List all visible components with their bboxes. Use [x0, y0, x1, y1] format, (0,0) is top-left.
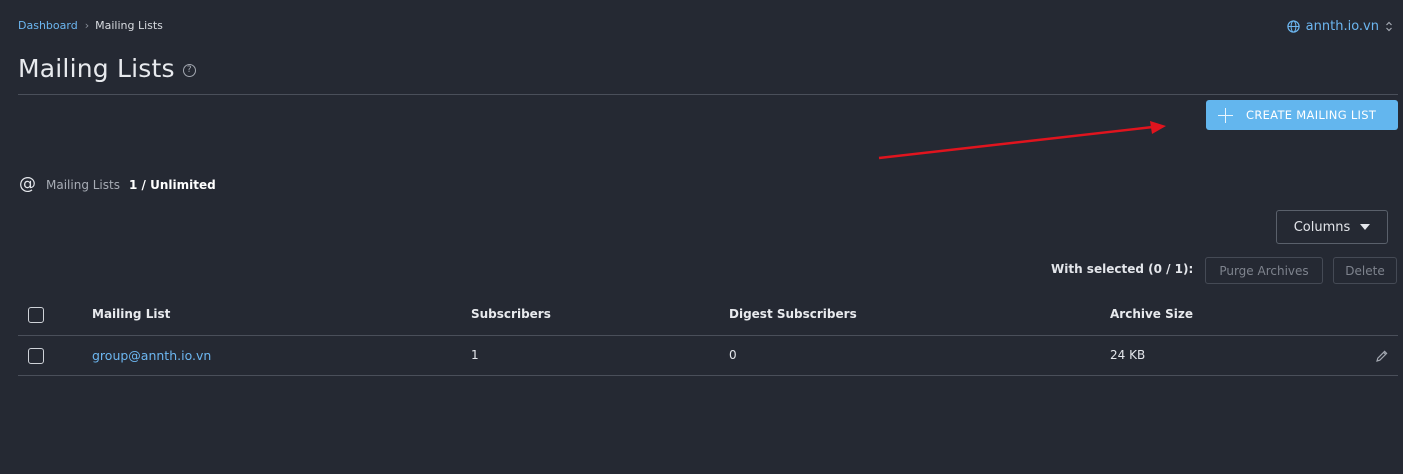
- mailing-list-link[interactable]: group@annth.io.vn: [92, 348, 211, 363]
- breadcrumb-dashboard-link[interactable]: Dashboard: [18, 19, 78, 32]
- breadcrumb-current: Mailing Lists: [95, 19, 163, 32]
- chevron-right-icon: ›: [84, 19, 90, 32]
- chevron-updown-icon: [1385, 21, 1393, 32]
- at-sign-icon: @: [19, 174, 36, 194]
- column-header-archive-size[interactable]: Archive Size: [1110, 307, 1193, 321]
- columns-label: Columns: [1293, 219, 1351, 235]
- usage-label: Mailing Lists: [46, 177, 120, 192]
- create-mailing-list-label: CREATE MAILING LIST: [1246, 108, 1377, 122]
- caret-down-icon: [1360, 224, 1371, 230]
- pencil-icon[interactable]: [1375, 348, 1389, 367]
- create-mailing-list-button[interactable]: CREATE MAILING LIST: [1206, 100, 1398, 130]
- title-divider: [18, 94, 1398, 95]
- usage-value: 1 / Unlimited: [128, 177, 216, 192]
- usage-summary: @ Mailing Lists 1 / Unlimited: [19, 176, 216, 193]
- table-header-divider: [18, 335, 1398, 336]
- columns-dropdown-button[interactable]: Columns: [1276, 210, 1388, 244]
- with-selected-label: With selected (0 / 1):: [1051, 262, 1194, 276]
- breadcrumb: Dashboard › Mailing Lists: [18, 19, 163, 32]
- column-header-digest-subscribers[interactable]: Digest Subscribers: [729, 307, 857, 321]
- globe-icon: [1286, 20, 1300, 33]
- purge-archives-button[interactable]: Purge Archives: [1205, 257, 1323, 284]
- page-title: Mailing Lists: [18, 54, 175, 83]
- subscribers-cell: 1: [471, 348, 479, 362]
- table-row-divider: [18, 375, 1398, 376]
- row-checkbox[interactable]: [28, 348, 44, 364]
- delete-button[interactable]: Delete: [1333, 257, 1397, 284]
- plus-icon: [1218, 107, 1233, 123]
- domain-switcher[interactable]: annth.io.vn: [1286, 19, 1393, 34]
- digest-subscribers-cell: 0: [729, 348, 737, 362]
- select-all-checkbox[interactable]: [28, 307, 44, 323]
- column-header-mailing-list[interactable]: Mailing List: [92, 307, 170, 321]
- column-header-subscribers[interactable]: Subscribers: [471, 307, 551, 321]
- help-icon[interactable]: ?: [182, 63, 196, 77]
- archive-size-cell: 24 KB: [1110, 348, 1146, 362]
- annotation-arrow: [878, 121, 1166, 160]
- page-header: Mailing Lists ?: [18, 54, 196, 83]
- domain-name: annth.io.vn: [1305, 19, 1379, 34]
